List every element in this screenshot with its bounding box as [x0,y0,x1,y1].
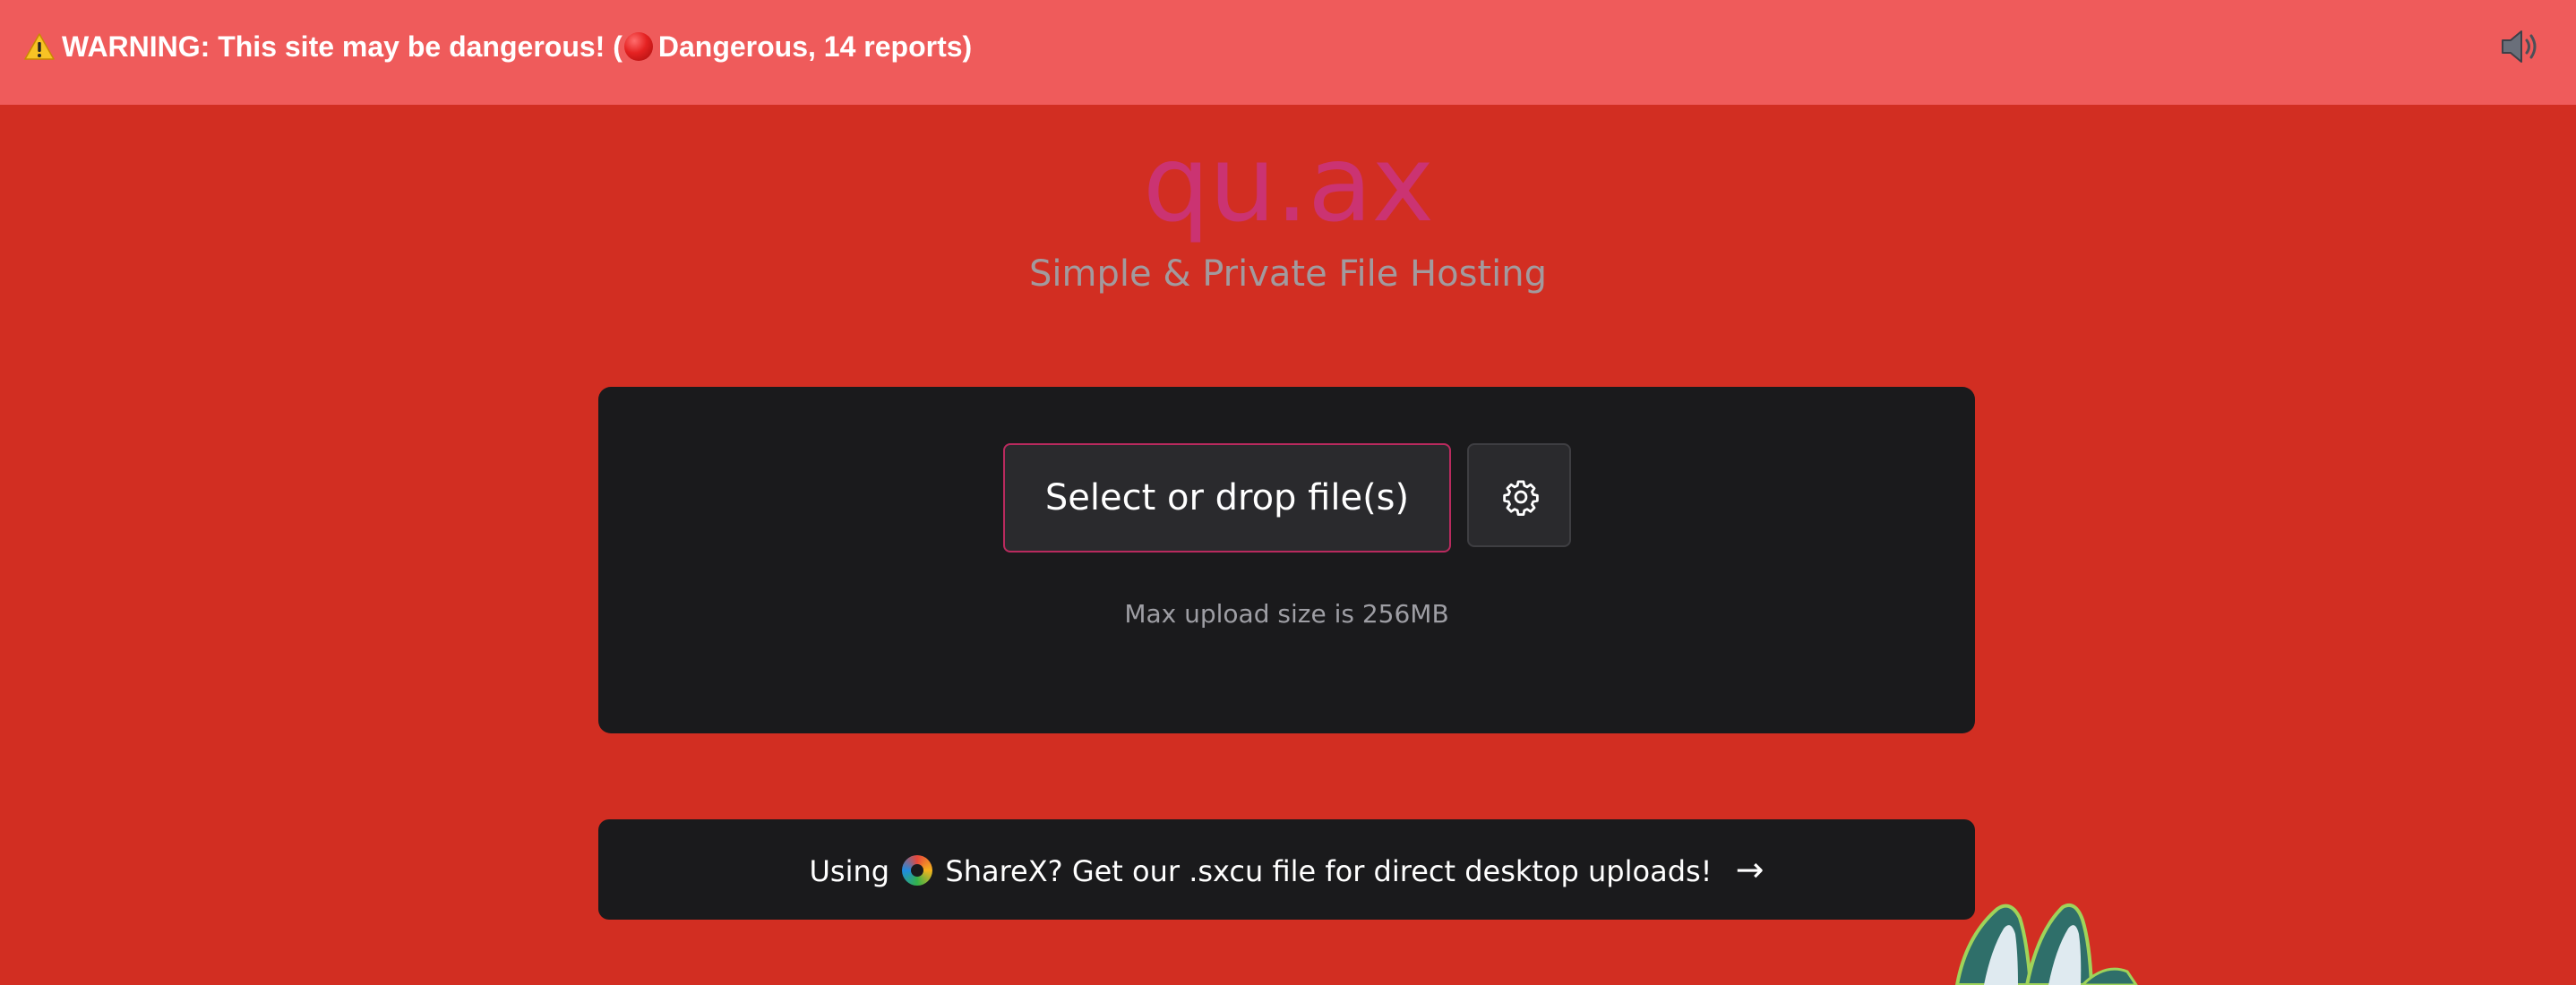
sharex-banner-text: ShareX? Get our .sxcu file for direct de… [945,854,1713,888]
speaker-icon[interactable] [2499,27,2542,66]
site-title: qu.ax [1142,122,1434,245]
gear-icon [1503,480,1539,516]
settings-button[interactable] [1467,443,1571,547]
sharex-using-text: Using [809,854,890,888]
site-subtitle: Simple & Private File Hosting [1029,253,1547,295]
warning-message: WARNING: This site may be dangerous! ( Da… [24,27,972,66]
select-files-button[interactable]: Select or drop file(s) [1003,443,1451,552]
upload-panel: Select or drop file(s) Max upload size i… [598,387,1975,733]
warning-text-prefix: WARNING: This site may be dangerous! ( [62,30,623,63]
warning-banner: WARNING: This site may be dangerous! ( Da… [0,0,2576,105]
mascot-ears-image [1954,903,2138,985]
sharex-banner-content: Using ShareX? Get our .sxcu file for dir… [598,819,1975,920]
red-circle-icon [623,31,653,61]
max-upload-size-text: Max upload size is 256MB [1124,599,1449,629]
arrow-right-icon: → [1735,850,1765,889]
sharex-banner-link[interactable]: Using ShareX? Get our .sxcu file for dir… [598,819,1975,920]
sharex-logo-icon [902,855,933,886]
warning-status-text: Dangerous, 14 reports) [657,30,973,63]
warning-icon [24,32,55,60]
